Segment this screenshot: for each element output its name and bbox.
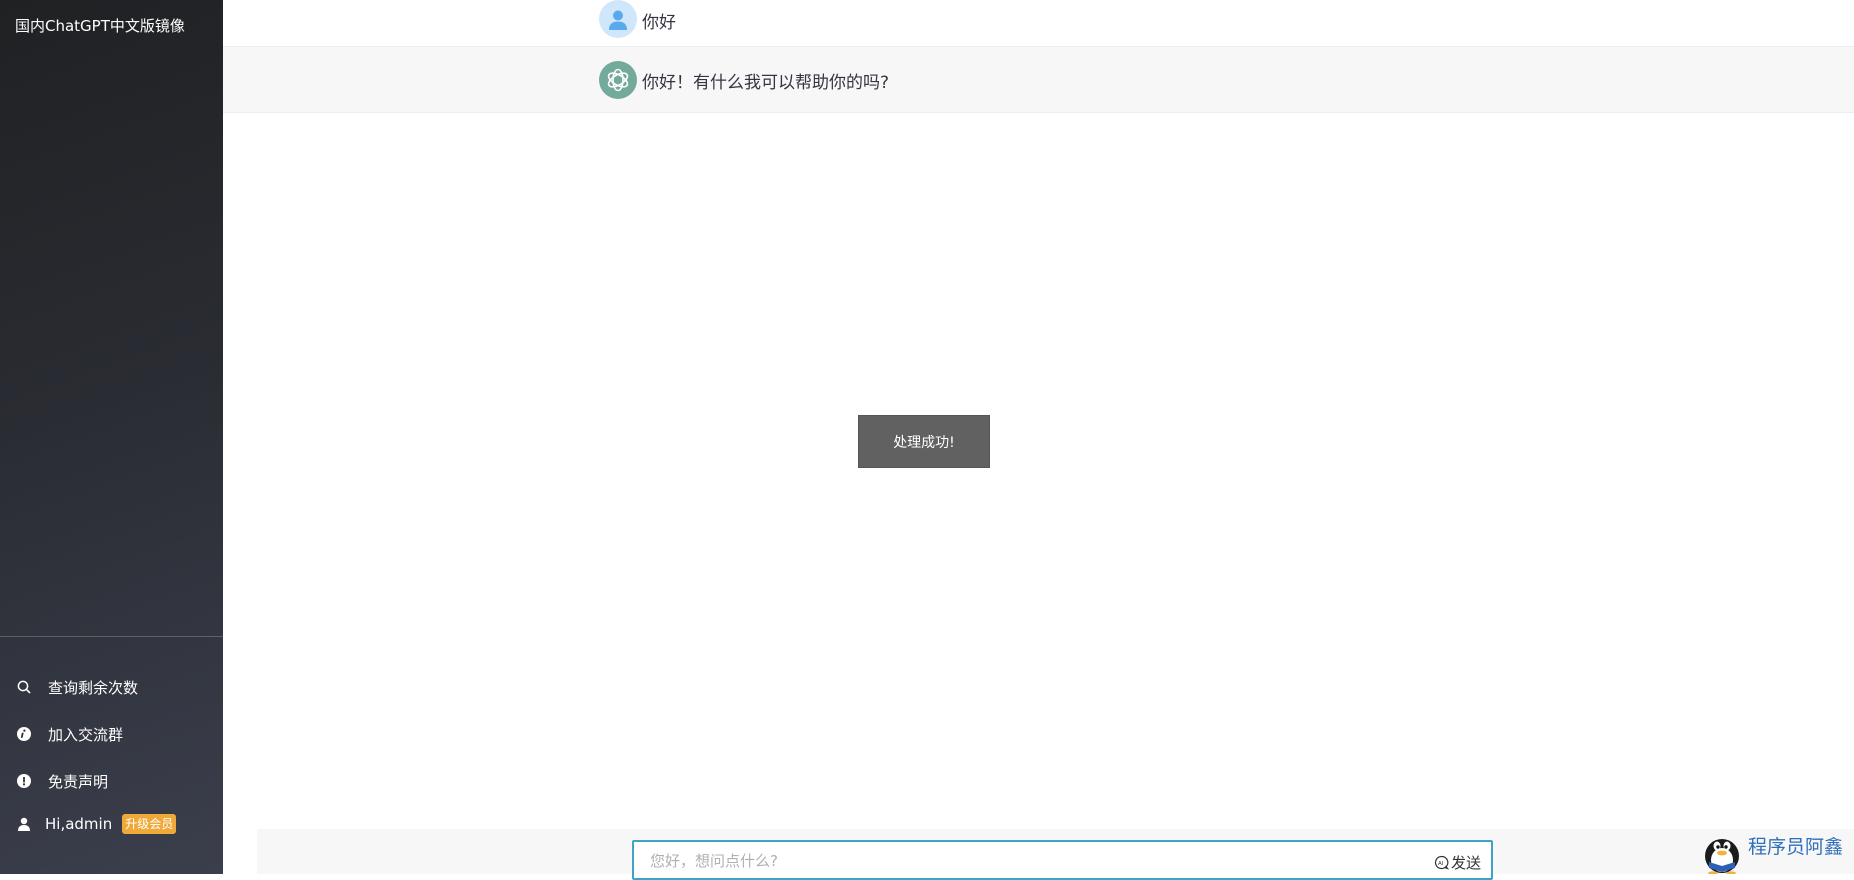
ai-chat-icon: AI: [1434, 855, 1449, 870]
brand-title: 国内ChatGPT中文版镜像: [15, 17, 185, 35]
upgrade-vip-badge[interactable]: 升级会员: [122, 814, 177, 834]
menu-item-query-remaining[interactable]: 查询剩余次数: [15, 675, 138, 699]
search-icon: [15, 678, 33, 696]
menu-item-join-group[interactable]: 加入交流群: [15, 722, 123, 746]
menu-item-disclaimer[interactable]: 免责声明: [15, 769, 108, 793]
chat-input[interactable]: [648, 850, 1408, 872]
openai-logo-icon: [599, 61, 637, 99]
svg-text:AI: AI: [1438, 861, 1444, 867]
sidebar: 国内ChatGPT中文版镜像 查询剩余次数 加入交流群 免责声明 Hi,admi…: [0, 0, 223, 874]
menu-item-label: 查询剩余次数: [48, 678, 139, 697]
message-text: 你好！有什么我可以帮助你的吗?: [642, 73, 890, 93]
info-circle-icon: [15, 725, 33, 743]
sidebar-divider: [0, 636, 223, 637]
composer-input-box: AI 发送: [632, 840, 1493, 880]
qq-penguin-icon: [1705, 839, 1739, 874]
send-label: 发送: [1450, 854, 1481, 872]
user-greeting: Hi,admin: [45, 815, 113, 833]
message-text: 你好: [642, 13, 676, 33]
watermark: 程序员阿鑫: [1700, 830, 1843, 874]
menu-item-label: 加入交流群: [48, 725, 124, 744]
user-avatar-icon: [599, 0, 637, 38]
user-profile[interactable]: Hi,admin 升级会员: [15, 812, 177, 836]
send-button[interactable]: AI 发送: [1434, 852, 1481, 873]
user-icon: [15, 815, 33, 833]
exclamation-circle-icon: [15, 772, 33, 790]
message-row-assistant: 你好！有什么我可以帮助你的吗?: [223, 47, 1854, 113]
chat-main: 你好 你好！有什么我可以帮助你的吗? 处理成功!: [223, 0, 1854, 874]
success-toast: 处理成功!: [858, 415, 990, 468]
menu-item-label: 免责声明: [48, 772, 109, 791]
watermark-text: 程序员阿鑫: [1748, 835, 1844, 858]
message-row-user: 你好: [223, 0, 1854, 47]
